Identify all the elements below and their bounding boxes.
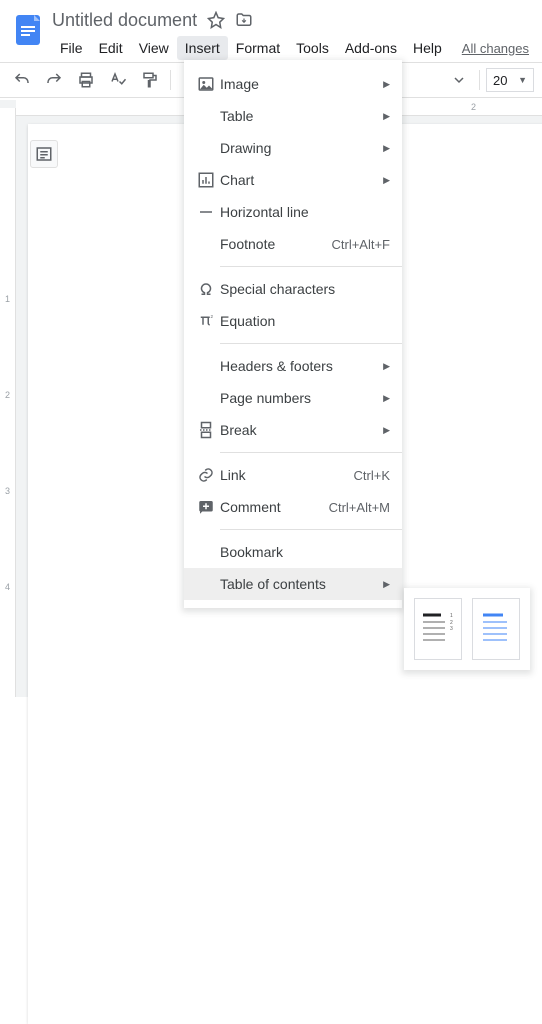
print-icon[interactable] <box>72 66 100 94</box>
doc-title[interactable]: Untitled document <box>52 10 197 31</box>
font-size-input[interactable]: 20 ▼ <box>486 68 534 92</box>
insert-link[interactable]: Link Ctrl+K <box>184 459 402 491</box>
redo-icon[interactable] <box>40 66 68 94</box>
undo-icon[interactable] <box>8 66 36 94</box>
submenu-arrow-icon: ▶ <box>383 79 390 90</box>
insert-footnote[interactable]: Footnote Ctrl+Alt+F <box>184 228 402 260</box>
insert-table[interactable]: Table ▶ <box>184 100 402 132</box>
menu-label: Equation <box>220 313 390 329</box>
hline-icon <box>192 203 220 221</box>
separator <box>220 452 402 453</box>
submenu-arrow-icon: ▶ <box>383 143 390 154</box>
link-icon <box>192 466 220 484</box>
separator <box>220 529 402 530</box>
menu-label: Headers & footers <box>220 358 377 374</box>
svg-text:2: 2 <box>211 314 214 319</box>
insert-dropdown: Image ▶ Table ▶ Drawing ▶ Chart ▶ Horizo… <box>184 60 402 608</box>
insert-page-numbers[interactable]: Page numbers ▶ <box>184 382 402 414</box>
toc-links-option[interactable] <box>472 598 520 660</box>
spellcheck-icon[interactable] <box>104 66 132 94</box>
pi-icon: 2 <box>192 312 220 330</box>
page-break-icon <box>192 421 220 439</box>
submenu-arrow-icon: ▶ <box>383 175 390 186</box>
font-size-value: 20 <box>493 73 507 88</box>
insert-headers-footers[interactable]: Headers & footers ▶ <box>184 350 402 382</box>
insert-chart[interactable]: Chart ▶ <box>184 164 402 196</box>
menu-label: Special characters <box>220 281 390 297</box>
menu-format[interactable]: Format <box>228 36 288 60</box>
svg-text:1: 1 <box>450 613 453 619</box>
menu-help[interactable]: Help <box>405 36 450 60</box>
menu-label: Image <box>220 76 377 92</box>
submenu-arrow-icon: ▶ <box>383 579 390 590</box>
separator <box>220 343 402 344</box>
chart-icon <box>192 171 220 189</box>
menu-label: Page numbers <box>220 390 377 406</box>
shortcut: Ctrl+Alt+M <box>329 500 390 515</box>
dropdown-chevron-icon[interactable] <box>445 66 473 94</box>
ruler-tick: 3 <box>0 486 15 496</box>
svg-text:3: 3 <box>450 626 453 632</box>
menu-tools[interactable]: Tools <box>288 36 337 60</box>
separator <box>220 266 402 267</box>
ruler-tick: 2 <box>471 102 476 112</box>
insert-comment[interactable]: Comment Ctrl+Alt+M <box>184 491 402 523</box>
separator <box>479 70 480 90</box>
separator <box>170 70 171 90</box>
shortcut: Ctrl+K <box>354 468 390 483</box>
insert-special-characters[interactable]: Special characters <box>184 273 402 305</box>
insert-drawing[interactable]: Drawing ▶ <box>184 132 402 164</box>
menu-label: Link <box>220 467 354 483</box>
insert-equation[interactable]: 2 Equation <box>184 305 402 337</box>
menu-view[interactable]: View <box>131 36 177 60</box>
insert-bookmark[interactable]: Bookmark <box>184 536 402 568</box>
ruler-tick: 1 <box>0 294 15 304</box>
menu-label: Footnote <box>220 236 331 252</box>
submenu-arrow-icon: ▶ <box>383 361 390 372</box>
image-icon <box>192 75 220 93</box>
menu-label: Break <box>220 422 377 438</box>
omega-icon <box>192 280 220 298</box>
menu-file[interactable]: File <box>52 36 91 60</box>
submenu-arrow-icon: ▶ <box>383 111 390 122</box>
insert-table-of-contents[interactable]: Table of contents ▶ <box>184 568 402 600</box>
insert-image[interactable]: Image ▶ <box>184 68 402 100</box>
menu-label: Table <box>220 108 377 124</box>
toc-submenu: 1 2 3 <box>404 588 530 670</box>
paint-format-icon[interactable] <box>136 66 164 94</box>
outline-toggle-icon[interactable] <box>30 140 58 168</box>
submenu-arrow-icon: ▶ <box>383 393 390 404</box>
shortcut: Ctrl+Alt+F <box>331 237 390 252</box>
menu-label: Comment <box>220 499 329 515</box>
menu-addons[interactable]: Add-ons <box>337 36 405 60</box>
menu-label: Drawing <box>220 140 377 156</box>
chevron-down-icon: ▼ <box>518 75 527 85</box>
menu-bar: File Edit View Insert Format Tools Add-o… <box>52 34 534 62</box>
menu-edit[interactable]: Edit <box>91 36 131 60</box>
toc-plain-option[interactable]: 1 2 3 <box>414 598 462 660</box>
star-icon[interactable] <box>207 11 225 29</box>
menu-label: Bookmark <box>220 544 390 560</box>
ruler-tick: 4 <box>0 582 15 592</box>
menu-label: Chart <box>220 172 377 188</box>
comment-icon <box>192 498 220 516</box>
move-folder-icon[interactable] <box>235 11 253 29</box>
menu-label: Table of contents <box>220 576 377 592</box>
menu-label: Horizontal line <box>220 204 390 220</box>
save-status[interactable]: All changes <box>462 41 529 56</box>
vertical-ruler[interactable]: 1 2 3 4 <box>0 108 16 697</box>
insert-break[interactable]: Break ▶ <box>184 414 402 446</box>
menu-insert[interactable]: Insert <box>177 36 228 60</box>
ruler-tick: 2 <box>0 390 15 400</box>
docs-logo[interactable] <box>8 10 48 50</box>
submenu-arrow-icon: ▶ <box>383 425 390 436</box>
insert-horizontal-line[interactable]: Horizontal line <box>184 196 402 228</box>
